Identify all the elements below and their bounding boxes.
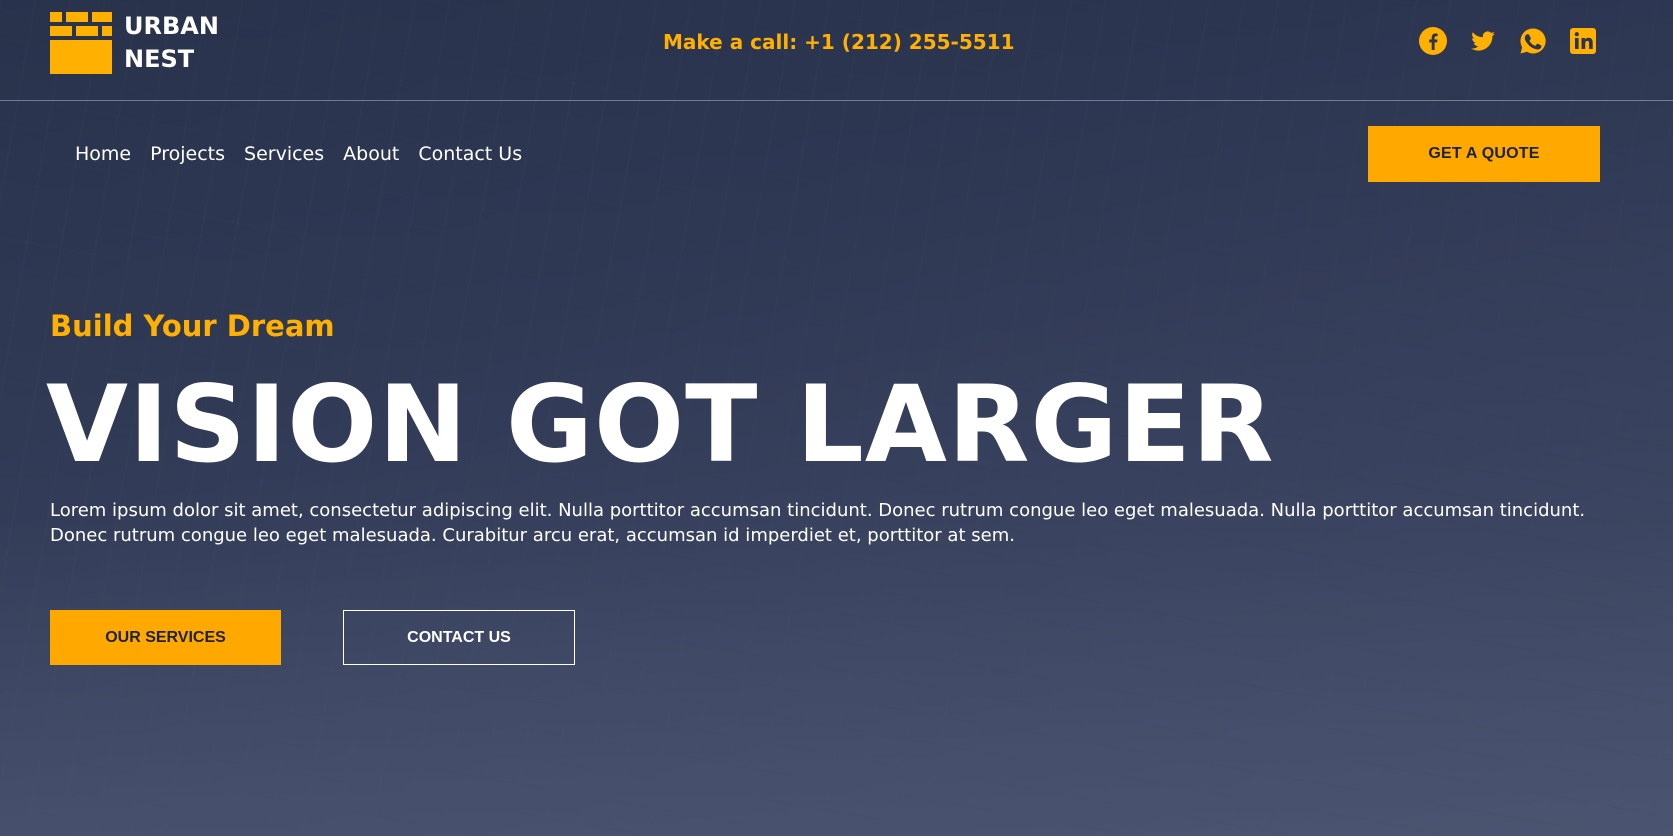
hero-description: Lorem ipsum dolor sit amet, consectetur …	[50, 500, 1586, 546]
logo[interactable]: URBAN NEST	[50, 10, 234, 76]
hero-eyebrow: Build Your Dream	[50, 309, 335, 343]
main-nav: Home Projects Services About Contact Us	[75, 143, 522, 165]
linkedin-icon[interactable]	[1568, 26, 1598, 56]
nav-services[interactable]: Services	[244, 143, 324, 165]
brand-line-1: URBAN	[124, 12, 219, 40]
our-services-button[interactable]: OUR SERVICES	[50, 610, 281, 665]
phone-number[interactable]: Make a call: +1 (212) 255-5511	[663, 30, 1015, 54]
nav-home[interactable]: Home	[75, 143, 131, 165]
top-bar: URBAN NEST Make a call: +1 (212) 255-551…	[0, 0, 1673, 101]
nav-contact-us[interactable]: Contact Us	[418, 143, 522, 165]
brick-logo-icon	[50, 12, 112, 74]
brand-line-2: NEST	[124, 45, 195, 73]
get-a-quote-button[interactable]: GET A QUOTE	[1368, 126, 1600, 182]
contact-us-button[interactable]: CONTACT US	[343, 610, 575, 665]
nav-about[interactable]: About	[343, 143, 399, 165]
hero-headline: VISION GOT LARGER	[46, 363, 1275, 486]
social-links	[1418, 26, 1598, 56]
twitter-icon[interactable]	[1468, 26, 1498, 56]
nav-projects[interactable]: Projects	[150, 143, 225, 165]
facebook-icon[interactable]	[1418, 26, 1448, 56]
whatsapp-icon[interactable]	[1518, 26, 1548, 56]
brand-name: URBAN NEST	[124, 10, 234, 76]
